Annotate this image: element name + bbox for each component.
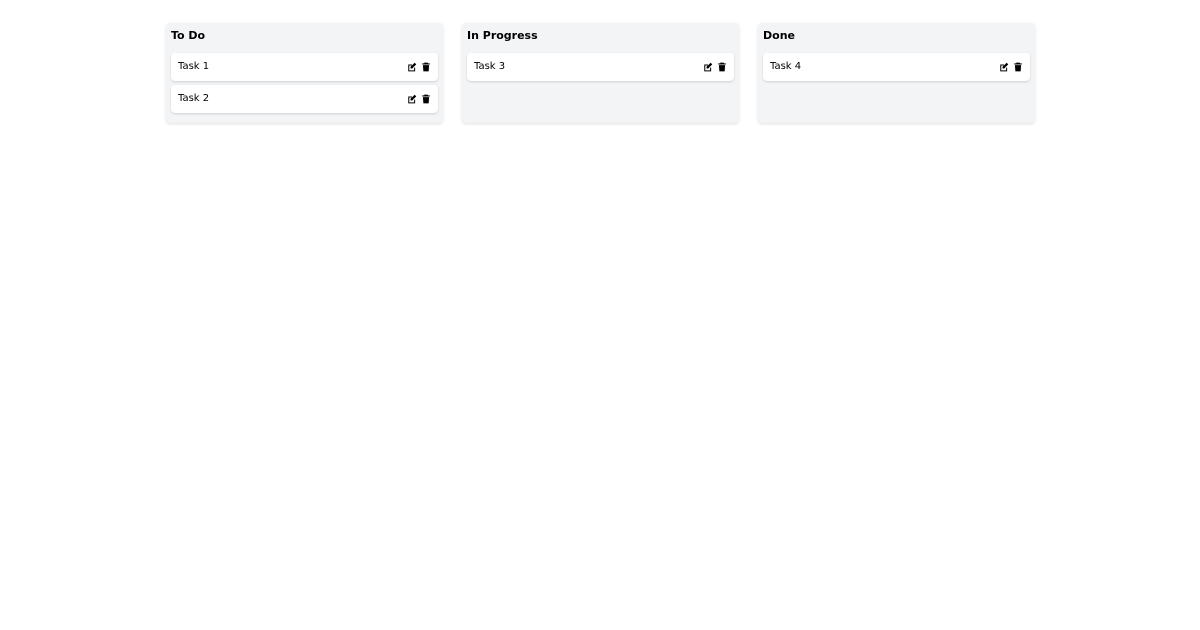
kanban-board: To Do Task 1 Task 2 In Progress Task 3 D… <box>166 23 1035 123</box>
trash-icon[interactable] <box>421 62 431 72</box>
task-card[interactable]: Task 4 <box>763 53 1030 81</box>
task-list: Task 3 <box>467 53 734 81</box>
task-actions <box>703 62 727 72</box>
task-actions <box>999 62 1023 72</box>
task-actions <box>407 62 431 72</box>
column-title: In Progress <box>467 29 538 42</box>
task-list: Task 1 Task 2 <box>171 53 438 113</box>
column-title: To Do <box>171 29 206 42</box>
column-title: Done <box>763 29 795 42</box>
task-label: Task 1 <box>178 61 210 72</box>
column-in-progress: In Progress Task 3 <box>462 23 739 123</box>
trash-icon[interactable] <box>717 62 727 72</box>
task-label: Task 4 <box>770 61 802 72</box>
trash-icon[interactable] <box>1013 62 1023 72</box>
task-label: Task 3 <box>474 61 506 72</box>
edit-icon[interactable] <box>703 62 713 72</box>
edit-icon[interactable] <box>407 62 417 72</box>
edit-icon[interactable] <box>999 62 1009 72</box>
task-label: Task 2 <box>178 93 210 104</box>
column-done: Done Task 4 <box>758 23 1035 123</box>
task-card[interactable]: Task 1 <box>171 53 438 81</box>
task-actions <box>407 94 431 104</box>
task-list: Task 4 <box>763 53 1030 81</box>
edit-icon[interactable] <box>407 94 417 104</box>
task-card[interactable]: Task 2 <box>171 85 438 113</box>
task-card[interactable]: Task 3 <box>467 53 734 81</box>
column-to-do: To Do Task 1 Task 2 <box>166 23 443 123</box>
trash-icon[interactable] <box>421 94 431 104</box>
